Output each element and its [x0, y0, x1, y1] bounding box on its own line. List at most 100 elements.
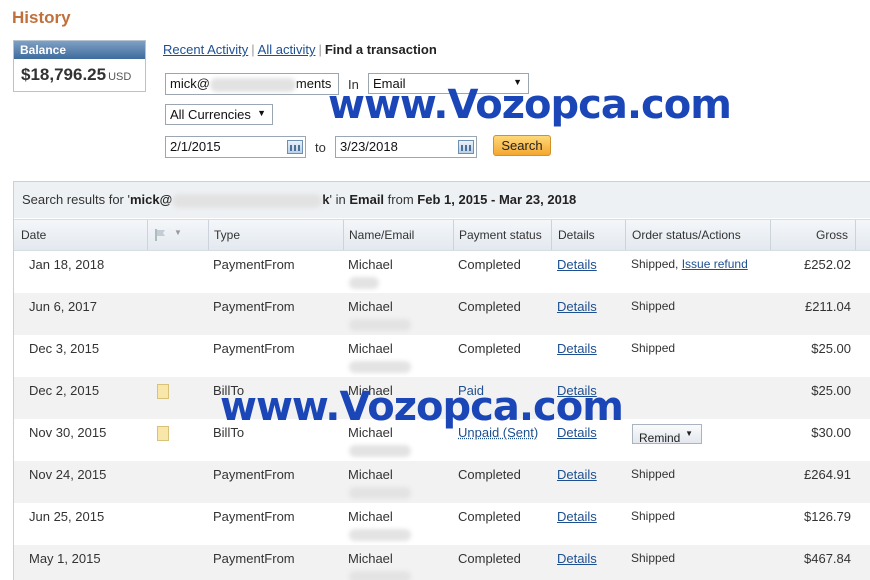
redacted-text: [349, 487, 411, 499]
search-button[interactable]: Search: [493, 135, 551, 156]
dropdown-arrow-icon: ▼: [257, 108, 266, 118]
to-date-input[interactable]: 3/23/2018: [335, 136, 477, 158]
row-name: Michael: [348, 467, 393, 482]
row-payment-status: Completed: [458, 257, 521, 272]
column-date[interactable]: Date: [21, 228, 46, 242]
details-link[interactable]: Details: [557, 341, 597, 356]
note-icon[interactable]: [157, 384, 169, 399]
table-row[interactable]: May 1, 2015 PaymentFrom Michael Complete…: [14, 545, 870, 580]
row-payment-status: Completed: [458, 299, 521, 314]
tab-separator: |: [318, 42, 322, 57]
balance-amount: $18,796.25 USD: [14, 59, 145, 85]
row-date: Jun 6, 2017: [29, 299, 97, 314]
chevron-down-icon: ▼: [685, 429, 693, 438]
table-row[interactable]: Dec 3, 2015 PaymentFrom Michael Complete…: [14, 335, 870, 377]
chevron-down-icon[interactable]: ▼: [174, 228, 182, 237]
remind-button[interactable]: Remind ▼: [632, 424, 702, 445]
redacted-text: [349, 571, 411, 580]
results-field: Email: [349, 192, 385, 207]
table-row[interactable]: Jun 25, 2015 PaymentFrom Michael Complet…: [14, 503, 870, 545]
details-link[interactable]: Details: [557, 551, 597, 566]
redacted-text: [349, 529, 411, 541]
watermark-text: www.Vozopca.com: [220, 384, 624, 430]
row-payment-status: Completed: [458, 467, 521, 482]
row-order-status: Shipped: [631, 341, 676, 355]
from-date-value: 2/1/2015: [170, 139, 221, 154]
table-row[interactable]: Jun 6, 2017 PaymentFrom Michael Complete…: [14, 293, 870, 335]
row-gross: £252.02: [804, 257, 851, 272]
page-title: History: [12, 8, 71, 27]
results-in-text: ' in: [329, 192, 346, 207]
results-summary: Search results for 'mick@ k' in Email fro…: [14, 182, 870, 218]
row-type: PaymentFrom: [213, 551, 295, 566]
redacted-text: [209, 77, 296, 92]
row-payment-status: Completed: [458, 509, 521, 524]
row-name: Michael: [348, 509, 393, 524]
row-type: PaymentFrom: [213, 467, 295, 482]
details-link[interactable]: Details: [557, 257, 597, 272]
row-gross: $467.84: [804, 551, 851, 566]
search-query-prefix: mick@: [170, 76, 210, 91]
column-divider: [625, 220, 626, 250]
redacted-text: [349, 277, 379, 289]
row-date: Dec 3, 2015: [29, 341, 100, 356]
calendar-icon[interactable]: [287, 140, 303, 154]
row-order-status: Shipped: [631, 551, 676, 565]
note-icon[interactable]: [157, 426, 169, 441]
column-payment-status[interactable]: Payment status: [459, 228, 542, 242]
column-type[interactable]: Type: [214, 228, 240, 242]
results-panel: Search results for 'mick@ k' in Email fro…: [13, 181, 870, 580]
calendar-icon[interactable]: [458, 140, 474, 154]
details-link[interactable]: Details: [557, 509, 597, 524]
from-date-input[interactable]: 2/1/2015: [165, 136, 306, 158]
column-name-email[interactable]: Name/Email: [349, 228, 414, 242]
row-name: Michael: [348, 299, 393, 314]
row-gross: $30.00: [811, 425, 851, 440]
row-date: Nov 24, 2015: [29, 467, 107, 482]
row-type: PaymentFrom: [213, 341, 295, 356]
watermark-text: www.Vozopca.com: [328, 82, 732, 128]
row-date: Dec 2, 2015: [29, 383, 100, 398]
row-type: PaymentFrom: [213, 299, 295, 314]
column-divider: [453, 220, 454, 250]
row-date: Nov 30, 2015: [29, 425, 107, 440]
column-divider: [770, 220, 771, 250]
to-date-value: 3/23/2018: [340, 139, 398, 154]
table-row[interactable]: Jan 18, 2018 PaymentFrom Michael Complet…: [14, 251, 870, 293]
redacted-text: [349, 361, 411, 373]
remind-label: Remind: [639, 431, 681, 445]
currency-select[interactable]: All Currencies ▼: [165, 104, 273, 125]
balance-label: Balance: [14, 41, 145, 59]
row-name: Michael: [348, 257, 393, 272]
row-type: PaymentFrom: [213, 509, 295, 524]
row-order-status: Shipped, Issue refund: [631, 257, 748, 271]
column-header-row: Date ▼ Type Name/Email Payment status De…: [14, 219, 870, 251]
issue-refund-link[interactable]: Issue refund: [682, 257, 748, 271]
tab-find-transaction[interactable]: Find a transaction: [325, 42, 437, 57]
tab-all-activity[interactable]: All activity: [258, 42, 316, 57]
column-gross[interactable]: Gross: [816, 228, 848, 242]
details-link[interactable]: Details: [557, 299, 597, 314]
redacted-text: [349, 445, 411, 457]
column-order-status: Order status/Actions: [632, 228, 741, 242]
results-prefix: Search results for ': [22, 192, 130, 207]
results-query-tail: k: [322, 192, 330, 207]
column-divider: [208, 220, 209, 250]
column-divider: [343, 220, 344, 250]
column-details: Details: [558, 228, 595, 242]
results-range: Feb 1, 2015 - Mar 23, 2018: [417, 192, 577, 207]
tab-recent-activity[interactable]: Recent Activity: [163, 42, 248, 57]
row-gross: £211.04: [804, 299, 851, 314]
balance-value: $18,796.25: [21, 65, 107, 84]
row-name: Michael: [348, 551, 393, 566]
flag-icon[interactable]: [154, 228, 168, 242]
redacted-text: [172, 193, 323, 208]
details-link[interactable]: Details: [557, 467, 597, 482]
row-gross: $25.00: [811, 383, 851, 398]
column-divider: [551, 220, 552, 250]
balance-box: Balance $18,796.25 USD: [13, 40, 146, 92]
search-input[interactable]: mick@ ments: [165, 73, 339, 95]
results-from-text: from: [387, 192, 414, 207]
table-row[interactable]: Nov 24, 2015 PaymentFrom Michael Complet…: [14, 461, 870, 503]
order-status-text: Shipped,: [631, 257, 679, 271]
